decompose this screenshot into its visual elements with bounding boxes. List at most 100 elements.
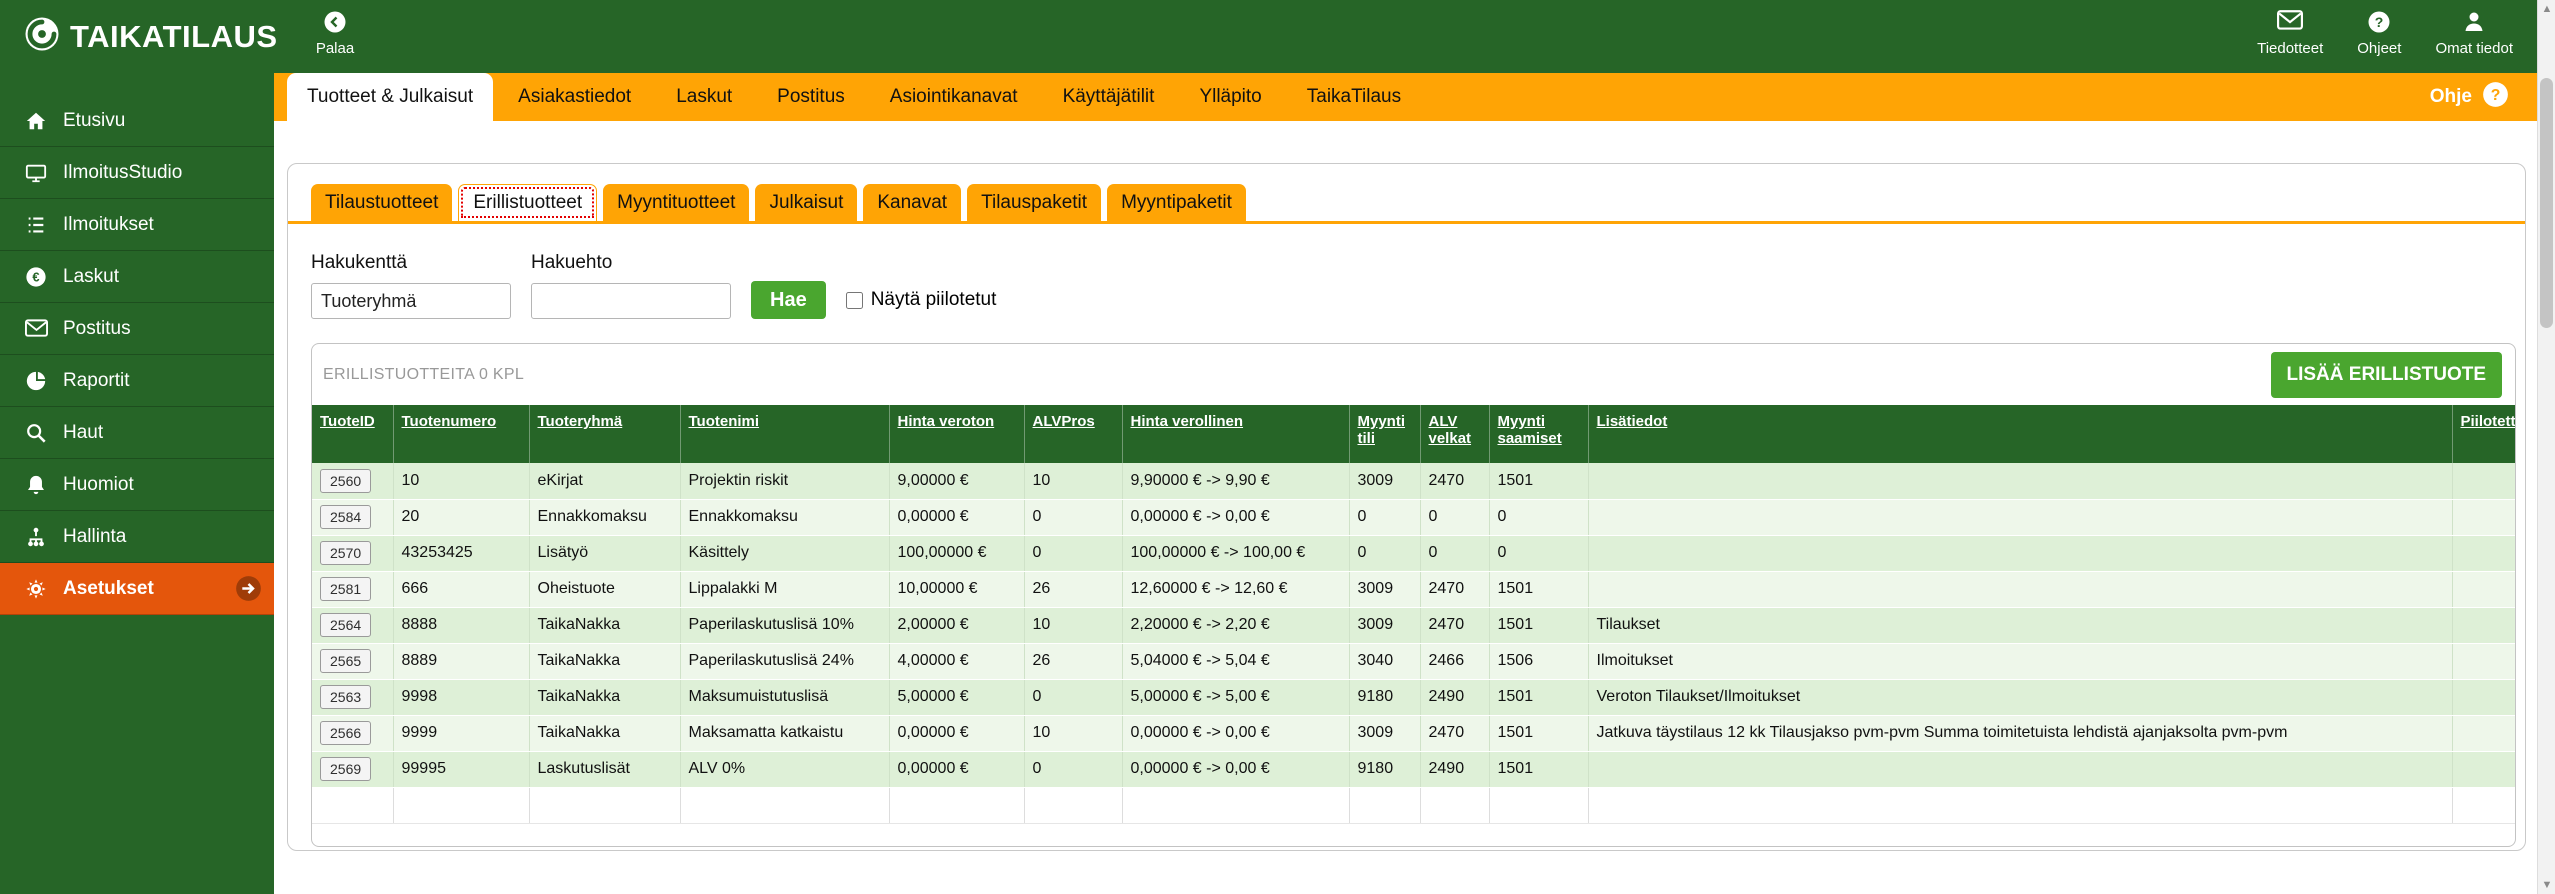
search-icon bbox=[24, 422, 48, 444]
col-piilotettu[interactable]: Piilotettu bbox=[2452, 405, 2516, 463]
app-logo[interactable]: TAIKATILAUS bbox=[24, 0, 278, 73]
col-tuotenumero[interactable]: Tuotenumero bbox=[393, 405, 529, 463]
cell-vat: 10 bbox=[1024, 463, 1122, 499]
col-alvpros[interactable]: ALVPros bbox=[1024, 405, 1122, 463]
scrollbar-down-arrow[interactable]: ▼ bbox=[2538, 879, 2555, 891]
vertical-scrollbar[interactable]: ▲ ▼ bbox=[2537, 0, 2555, 894]
subtab-tilaustuotteet[interactable]: Tilaustuotteet bbox=[311, 184, 452, 221]
product-id-link[interactable]: 2566 bbox=[320, 721, 371, 745]
back-button[interactable]: Palaa bbox=[300, 10, 370, 57]
main-content: Tuotteet & Julkaisut Asiakastiedot Lasku… bbox=[274, 73, 2537, 894]
cell-vat_debt: 2470 bbox=[1420, 715, 1489, 751]
sidebar-item-ilmoitukset[interactable]: Ilmoitukset bbox=[0, 199, 274, 251]
col-myynti-tili[interactable]: Myynti tili bbox=[1349, 405, 1420, 463]
subtab-myyntipaketit[interactable]: Myyntipaketit bbox=[1107, 184, 1246, 221]
cell-info bbox=[1588, 535, 2452, 571]
bell-icon bbox=[24, 474, 48, 496]
tab-kayttajatilit[interactable]: Käyttäjätilit bbox=[1043, 73, 1175, 121]
sidebar-item-label: IlmoitusStudio bbox=[63, 162, 182, 184]
sidebar-item-hallinta[interactable]: Hallinta bbox=[0, 511, 274, 563]
tab-asiointikanavat[interactable]: Asiointikanavat bbox=[870, 73, 1038, 121]
cell-number: 8888 bbox=[393, 607, 529, 643]
col-hinta-verollinen[interactable]: Hinta verollinen bbox=[1122, 405, 1349, 463]
cell-price_gross: 0,00000 € -> 0,00 € bbox=[1122, 499, 1349, 535]
show-hidden-label: Näytä piilotetut bbox=[871, 289, 997, 311]
subtab-erillistuotteet[interactable]: Erillistuotteet bbox=[458, 184, 597, 221]
account-button[interactable]: Omat tiedot bbox=[2435, 10, 2513, 57]
cell-name: Maksumuistutuslisä bbox=[680, 679, 889, 715]
add-product-button[interactable]: LISÄÄ ERILLISTUOTE bbox=[2271, 352, 2503, 398]
subtab-kanavat[interactable]: Kanavat bbox=[863, 184, 961, 221]
sidebar-item-ilmoitusstudio[interactable]: IlmoitusStudio bbox=[0, 147, 274, 199]
cell-group: TaikaNakka bbox=[529, 607, 680, 643]
sidebar-item-postitus[interactable]: Postitus bbox=[0, 303, 274, 355]
cell-group bbox=[529, 787, 680, 823]
cell-vat: 10 bbox=[1024, 715, 1122, 751]
product-id-link[interactable]: 2565 bbox=[320, 649, 371, 673]
col-tuoteryhma[interactable]: Tuoteryhmä bbox=[529, 405, 680, 463]
tab-yllapito[interactable]: Ylläpito bbox=[1179, 73, 1281, 121]
listing-header: ERILLISTUOTTEITA 0 KPL LISÄÄ ERILLISTUOT… bbox=[312, 344, 2515, 405]
cell-sales_receivable bbox=[1489, 787, 1588, 823]
topbar-right: Tiedotteet ? Ohjeet Omat tiedot bbox=[2257, 10, 2513, 57]
help-center-button[interactable]: ? Ohjeet bbox=[2357, 10, 2401, 57]
sidebar-item-haut[interactable]: Haut bbox=[0, 407, 274, 459]
app-window: TAIKATILAUS Palaa Tiedotteet ? Ohjeet bbox=[0, 0, 2555, 894]
cell-vat: 0 bbox=[1024, 499, 1122, 535]
cell-hidden bbox=[2452, 643, 2516, 679]
product-table-body: 256010eKirjatProjektin riskit9,00000 €10… bbox=[312, 463, 2516, 823]
search-button[interactable]: Hae bbox=[751, 281, 826, 319]
cell-sales_receivable: 0 bbox=[1489, 499, 1588, 535]
product-id-link[interactable]: 2563 bbox=[320, 685, 371, 709]
product-id-link[interactable]: 2564 bbox=[320, 613, 371, 637]
sidebar-item-huomiot[interactable]: Huomiot bbox=[0, 459, 274, 511]
cell-price_gross: 2,20000 € -> 2,20 € bbox=[1122, 607, 1349, 643]
product-id-link[interactable]: 2581 bbox=[320, 577, 371, 601]
pie-chart-icon bbox=[24, 370, 48, 392]
col-alv-velkat[interactable]: ALV velkat bbox=[1420, 405, 1489, 463]
col-myynti-saamiset[interactable]: Myynti saamiset bbox=[1489, 405, 1588, 463]
subtab-julkaisut[interactable]: Julkaisut bbox=[755, 184, 857, 221]
cell-hidden bbox=[2452, 751, 2516, 787]
scrollbar-up-arrow[interactable]: ▲ bbox=[2538, 3, 2555, 15]
cell-info bbox=[1588, 463, 2452, 499]
sidebar-item-label: Postitus bbox=[63, 318, 131, 340]
search-field-input[interactable] bbox=[311, 283, 511, 319]
tab-postitus[interactable]: Postitus bbox=[757, 73, 865, 121]
tab-laskut[interactable]: Laskut bbox=[656, 73, 752, 121]
sidebar-item-laskut[interactable]: € Laskut bbox=[0, 251, 274, 303]
col-tuoteid[interactable]: TuoteID bbox=[312, 405, 393, 463]
search-term-input[interactable] bbox=[531, 283, 731, 319]
tab-tuotteet-julkaisut[interactable]: Tuotteet & Julkaisut bbox=[287, 73, 493, 121]
subtab-myyntituotteet[interactable]: Myyntituotteet bbox=[603, 184, 749, 221]
sidebar-item-etusivu[interactable]: Etusivu bbox=[0, 95, 274, 147]
product-table: TuoteID Tuotenumero Tuoteryhmä Tuotenimi… bbox=[312, 405, 2516, 824]
tab-taikatilaus[interactable]: TaikaTilaus bbox=[1287, 73, 1421, 121]
sidebar-item-asetukset[interactable]: Asetukset bbox=[0, 563, 274, 615]
product-id-link[interactable]: 2569 bbox=[320, 757, 371, 781]
cell-sales_receivable: 1501 bbox=[1489, 463, 1588, 499]
col-lisatiedot[interactable]: Lisätiedot bbox=[1588, 405, 2452, 463]
cell-group: eKirjat bbox=[529, 463, 680, 499]
product-id-link[interactable]: 2584 bbox=[320, 505, 371, 529]
help-link[interactable]: Ohje ? bbox=[2430, 73, 2509, 121]
cell-sales_account: 3009 bbox=[1349, 715, 1420, 751]
tab-asiakastiedot[interactable]: Asiakastiedot bbox=[498, 73, 651, 121]
subtab-tilauspaketit[interactable]: Tilauspaketit bbox=[967, 184, 1101, 221]
cell-sales_account: 3009 bbox=[1349, 607, 1420, 643]
show-hidden-toggle[interactable]: Näytä piilotetut bbox=[846, 281, 997, 319]
col-hinta-veroton[interactable]: Hinta veroton bbox=[889, 405, 1024, 463]
sidebar-item-label: Haut bbox=[63, 422, 103, 444]
notifications-button[interactable]: Tiedotteet bbox=[2257, 10, 2323, 57]
sidebar-item-label: Etusivu bbox=[63, 110, 125, 132]
product-id-link[interactable]: 2560 bbox=[320, 469, 371, 493]
cell-number bbox=[393, 787, 529, 823]
cell-price_gross: 12,60000 € -> 12,60 € bbox=[1122, 571, 1349, 607]
svg-text:€: € bbox=[32, 269, 39, 284]
show-hidden-checkbox[interactable] bbox=[846, 292, 863, 309]
sidebar-item-raportit[interactable]: Raportit bbox=[0, 355, 274, 407]
scrollbar-thumb[interactable] bbox=[2540, 78, 2553, 328]
product-id-link[interactable]: 2570 bbox=[320, 541, 371, 565]
col-tuotenimi[interactable]: Tuotenimi bbox=[680, 405, 889, 463]
cell-price_gross: 5,04000 € -> 5,04 € bbox=[1122, 643, 1349, 679]
